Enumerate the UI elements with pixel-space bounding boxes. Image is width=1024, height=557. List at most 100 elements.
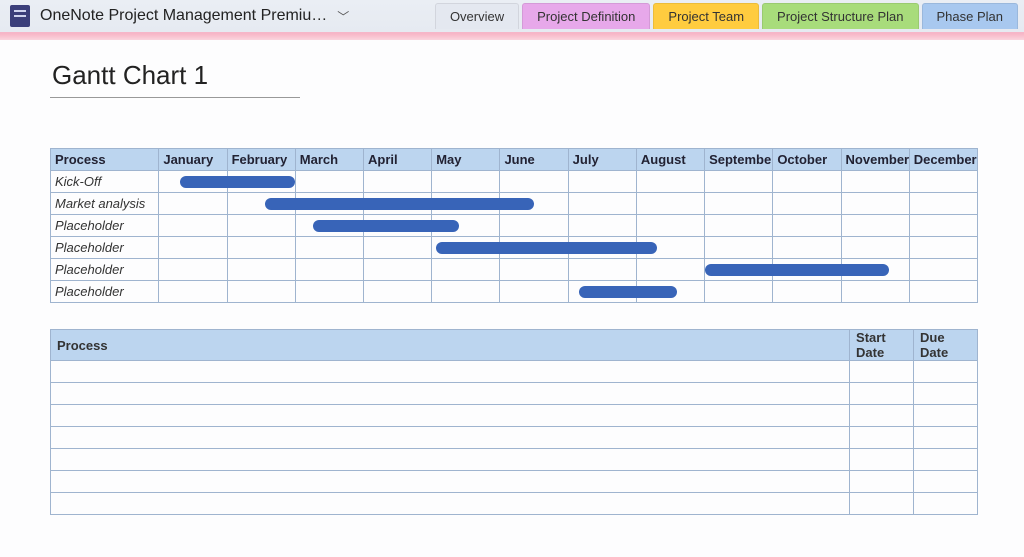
- list-row[interactable]: [51, 405, 978, 427]
- gantt-process-cell[interactable]: Placeholder: [51, 215, 159, 237]
- gantt-cell[interactable]: [364, 237, 432, 259]
- gantt-row[interactable]: Placeholder: [51, 259, 978, 281]
- notebook-dropdown-icon[interactable]: ﹀: [337, 8, 349, 25]
- gantt-cell[interactable]: [500, 193, 568, 215]
- list-cell-process[interactable]: [51, 405, 850, 427]
- gantt-cell[interactable]: [773, 171, 841, 193]
- gantt-cell[interactable]: [227, 215, 295, 237]
- gantt-cell[interactable]: [841, 171, 909, 193]
- list-row[interactable]: [51, 493, 978, 515]
- list-cell-due[interactable]: [914, 449, 978, 471]
- gantt-cell[interactable]: [909, 193, 977, 215]
- gantt-row[interactable]: Kick-Off: [51, 171, 978, 193]
- gantt-cell[interactable]: [227, 193, 295, 215]
- gantt-cell[interactable]: [568, 281, 636, 303]
- gantt-process-cell[interactable]: Market analysis: [51, 193, 159, 215]
- list-cell-process[interactable]: [51, 493, 850, 515]
- tab-team[interactable]: Project Team: [653, 3, 759, 29]
- gantt-cell[interactable]: [636, 215, 704, 237]
- gantt-cell[interactable]: [841, 215, 909, 237]
- list-cell-start[interactable]: [850, 361, 914, 383]
- gantt-cell[interactable]: [841, 259, 909, 281]
- gantt-process-cell[interactable]: Placeholder: [51, 237, 159, 259]
- gantt-cell[interactable]: [159, 237, 227, 259]
- gantt-cell[interactable]: [432, 193, 500, 215]
- gantt-cell[interactable]: [364, 215, 432, 237]
- gantt-cell[interactable]: [636, 237, 704, 259]
- list-cell-process[interactable]: [51, 471, 850, 493]
- gantt-cell[interactable]: [159, 215, 227, 237]
- gantt-cell[interactable]: [841, 281, 909, 303]
- gantt-cell[interactable]: [500, 259, 568, 281]
- list-row[interactable]: [51, 449, 978, 471]
- gantt-cell[interactable]: [364, 193, 432, 215]
- list-cell-start[interactable]: [850, 405, 914, 427]
- gantt-cell[interactable]: [500, 237, 568, 259]
- gantt-cell[interactable]: [636, 171, 704, 193]
- list-cell-start[interactable]: [850, 427, 914, 449]
- gantt-cell[interactable]: [909, 259, 977, 281]
- gantt-cell[interactable]: [295, 215, 363, 237]
- gantt-cell[interactable]: [568, 171, 636, 193]
- gantt-cell[interactable]: [295, 237, 363, 259]
- gantt-cell[interactable]: [773, 281, 841, 303]
- list-row[interactable]: [51, 383, 978, 405]
- process-list-table[interactable]: Process Start Date Due Date: [50, 329, 978, 515]
- gantt-cell[interactable]: [773, 193, 841, 215]
- list-cell-due[interactable]: [914, 405, 978, 427]
- list-cell-process[interactable]: [51, 383, 850, 405]
- gantt-cell[interactable]: [500, 281, 568, 303]
- gantt-row[interactable]: Placeholder: [51, 281, 978, 303]
- gantt-cell[interactable]: [364, 259, 432, 281]
- gantt-cell[interactable]: [295, 171, 363, 193]
- gantt-process-cell[interactable]: Placeholder: [51, 281, 159, 303]
- tab-overview[interactable]: Overview: [435, 3, 519, 29]
- gantt-cell[interactable]: [432, 281, 500, 303]
- list-row[interactable]: [51, 427, 978, 449]
- list-cell-due[interactable]: [914, 493, 978, 515]
- list-cell-due[interactable]: [914, 361, 978, 383]
- gantt-cell[interactable]: [500, 171, 568, 193]
- gantt-cell[interactable]: [705, 171, 773, 193]
- gantt-cell[interactable]: [636, 193, 704, 215]
- gantt-cell[interactable]: [705, 281, 773, 303]
- gantt-cell[interactable]: [909, 171, 977, 193]
- gantt-cell[interactable]: [295, 281, 363, 303]
- gantt-cell[interactable]: [705, 215, 773, 237]
- gantt-cell[interactable]: [841, 193, 909, 215]
- gantt-cell[interactable]: [568, 237, 636, 259]
- gantt-cell[interactable]: [841, 237, 909, 259]
- gantt-cell[interactable]: [636, 259, 704, 281]
- gantt-cell[interactable]: [364, 281, 432, 303]
- list-row[interactable]: [51, 361, 978, 383]
- gantt-cell[interactable]: [364, 171, 432, 193]
- gantt-cell[interactable]: [773, 237, 841, 259]
- list-cell-process[interactable]: [51, 427, 850, 449]
- list-row[interactable]: [51, 471, 978, 493]
- gantt-cell[interactable]: [568, 215, 636, 237]
- gantt-cell[interactable]: [227, 237, 295, 259]
- gantt-cell[interactable]: [432, 237, 500, 259]
- list-cell-start[interactable]: [850, 493, 914, 515]
- gantt-cell[interactable]: [295, 193, 363, 215]
- list-cell-due[interactable]: [914, 427, 978, 449]
- gantt-row[interactable]: Placeholder: [51, 215, 978, 237]
- gantt-cell[interactable]: [773, 215, 841, 237]
- list-cell-start[interactable]: [850, 383, 914, 405]
- list-cell-due[interactable]: [914, 383, 978, 405]
- gantt-cell[interactable]: [568, 193, 636, 215]
- gantt-table[interactable]: Process January February March April May…: [50, 148, 978, 303]
- gantt-cell[interactable]: [705, 237, 773, 259]
- gantt-cell[interactable]: [159, 259, 227, 281]
- gantt-cell[interactable]: [636, 281, 704, 303]
- gantt-cell[interactable]: [909, 215, 977, 237]
- list-cell-process[interactable]: [51, 361, 850, 383]
- gantt-cell[interactable]: [159, 281, 227, 303]
- gantt-cell[interactable]: [909, 237, 977, 259]
- gantt-row[interactable]: Market analysis: [51, 193, 978, 215]
- gantt-cell[interactable]: [773, 259, 841, 281]
- gantt-cell[interactable]: [432, 215, 500, 237]
- gantt-cell[interactable]: [432, 259, 500, 281]
- list-cell-start[interactable]: [850, 449, 914, 471]
- tab-phaseplan[interactable]: Phase Plan: [922, 3, 1019, 29]
